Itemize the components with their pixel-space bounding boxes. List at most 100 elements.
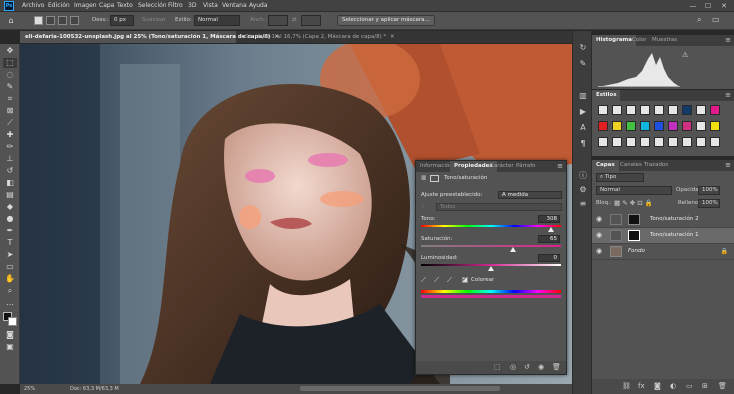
fill-input[interactable]: 100% [698, 199, 720, 208]
eye-icon[interactable]: ◉ [596, 215, 602, 223]
visibility-icon[interactable]: ◉ [538, 363, 544, 371]
width-input[interactable] [268, 15, 288, 26]
style-select[interactable]: Normal [194, 15, 240, 26]
saturation-input[interactable]: 65 [538, 235, 560, 243]
link-layers-icon[interactable]: ⛓ [622, 382, 631, 390]
style-swatch[interactable] [696, 105, 706, 115]
pen-tool-icon[interactable]: ✒ [3, 226, 17, 236]
menu-imagen[interactable]: Imagen [74, 2, 97, 9]
antialias-checkbox[interactable]: Suavizar [142, 17, 166, 23]
menu-filtro[interactable]: Filtro [168, 2, 183, 9]
menu-3d[interactable]: 3D [188, 2, 196, 9]
menu-seleccion[interactable]: Selección [138, 2, 167, 9]
hue-slider-knob[interactable] [548, 227, 555, 232]
blend-mode-select[interactable]: Normal [596, 186, 672, 195]
lightness-slider-knob[interactable] [488, 266, 494, 271]
swap-icon[interactable]: ⇄ [292, 17, 297, 23]
brush-presets-icon[interactable]: ✎ [577, 59, 589, 69]
feather-input[interactable]: 0 px [110, 15, 134, 26]
panel-menu-icon[interactable]: ≡ [557, 162, 563, 170]
maximize-icon[interactable]: ☐ [701, 1, 715, 11]
style-swatch[interactable] [682, 121, 692, 131]
character-icon[interactable]: A [577, 123, 589, 133]
select-and-mask-button[interactable]: Seleccionar y aplicar máscara... [337, 15, 435, 26]
style-swatch[interactable] [612, 121, 622, 131]
intersect-selection-icon[interactable] [70, 16, 79, 25]
saturation-slider-knob[interactable] [510, 247, 517, 252]
style-swatch[interactable] [598, 121, 608, 131]
tab-document-1[interactable]: eli-defaria-100532-unsplash.jpg al 25% (… [20, 31, 279, 43]
tab-paragraph[interactable]: Párrafo [512, 161, 540, 172]
height-input[interactable] [301, 15, 321, 26]
add-mask-icon[interactable]: ◙ [654, 382, 661, 390]
workspace-icon[interactable]: ▭ [712, 15, 720, 24]
menu-capa[interactable]: Capa [99, 2, 114, 9]
view-previous-icon[interactable]: ◎ [510, 363, 516, 371]
style-swatch[interactable] [626, 121, 636, 131]
style-swatch[interactable] [710, 105, 720, 115]
panel-menu-icon[interactable]: ≡ [725, 161, 731, 169]
adjustments-icon[interactable]: ▥ [577, 91, 589, 101]
menu-ayuda[interactable]: Ayuda [249, 2, 268, 9]
fx-icon[interactable]: fx [638, 382, 645, 390]
panel-menu-icon[interactable]: ≡ [725, 91, 731, 99]
frame-tool-icon[interactable]: ⊠ [3, 106, 17, 116]
layer-name[interactable]: Fondo [628, 248, 645, 254]
search-icon[interactable]: ⌕ [697, 15, 701, 25]
channels-icon[interactable]: ≡ [577, 199, 589, 209]
hue-slider-track[interactable] [421, 225, 561, 227]
eyedropper-icon[interactable]: ⟋ [421, 276, 426, 285]
hand-tool-icon[interactable]: ✋ [3, 274, 17, 284]
menu-edicion[interactable]: Edición [48, 2, 70, 9]
eraser-tool-icon[interactable]: ◧ [3, 178, 17, 188]
new-adjustment-icon[interactable]: ◐ [670, 382, 676, 390]
style-swatch[interactable] [682, 105, 692, 115]
layer-row[interactable]: ◉ Fondo 🔒 [592, 244, 734, 260]
style-swatch[interactable] [626, 137, 636, 147]
marquee-tool-icon[interactable]: ⬚ [3, 58, 17, 68]
mask-icon[interactable] [430, 175, 439, 182]
zoom-tool-icon[interactable]: ⌕ [3, 286, 17, 296]
panel-menu-icon[interactable]: ≡ [725, 36, 731, 44]
crop-tool-icon[interactable]: ⌗ [3, 94, 17, 104]
quick-select-tool-icon[interactable]: ✎ [3, 82, 17, 92]
zoom-level[interactable]: 25% [24, 386, 35, 392]
layer-name[interactable]: Tono/saturación 1 [650, 232, 699, 238]
tab-layers[interactable]: Capas [592, 160, 619, 171]
style-swatch[interactable] [668, 137, 678, 147]
menu-archivo[interactable]: Archivo [22, 2, 44, 9]
minimize-icon[interactable]: — [686, 1, 700, 11]
history-brush-tool-icon[interactable]: ↺ [3, 166, 17, 176]
layer-row[interactable]: ◉ Tono/saturación 1 [592, 228, 734, 244]
style-swatch[interactable] [612, 105, 622, 115]
eyedropper-tool-icon[interactable]: ⟋ [3, 118, 17, 128]
tab-styles[interactable]: Estilos [592, 90, 621, 101]
style-swatch[interactable] [640, 105, 650, 115]
style-swatch[interactable] [682, 137, 692, 147]
subtract-selection-icon[interactable] [58, 16, 67, 25]
new-selection-icon[interactable] [34, 16, 43, 25]
paragraph-icon[interactable]: ¶ [577, 139, 589, 149]
menu-texto[interactable]: Texto [117, 2, 133, 9]
hue-input[interactable]: 308 [538, 215, 560, 223]
move-tool-icon[interactable]: ✥ [3, 46, 17, 56]
clip-to-layer-icon[interactable]: ⬚ [494, 363, 501, 371]
style-swatch[interactable] [598, 105, 608, 115]
screen-mode-icon[interactable]: ▣ [3, 342, 17, 352]
layer-mask-thumbnail[interactable] [628, 230, 640, 241]
dodge-tool-icon[interactable]: ● [3, 214, 17, 224]
brush-tool-icon[interactable]: ✏ [3, 142, 17, 152]
info-icon[interactable]: ⓘ [577, 171, 589, 181]
shape-tool-icon[interactable]: ▭ [3, 262, 17, 272]
style-swatch[interactable] [696, 121, 706, 131]
photoshop-logo-icon[interactable]: Ps [4, 1, 14, 11]
channel-select[interactable]: Todos [436, 203, 562, 211]
style-swatch[interactable] [640, 121, 650, 131]
eyedropper-minus-icon[interactable]: ⟋ [447, 276, 452, 285]
trash-icon[interactable]: 🗑 [718, 382, 727, 390]
close-window-icon[interactable]: ✕ [717, 1, 731, 11]
style-swatch[interactable] [640, 137, 650, 147]
preset-select[interactable]: A medida [498, 191, 562, 199]
style-swatch[interactable] [668, 121, 678, 131]
layer-mask-thumbnail[interactable] [628, 214, 640, 225]
